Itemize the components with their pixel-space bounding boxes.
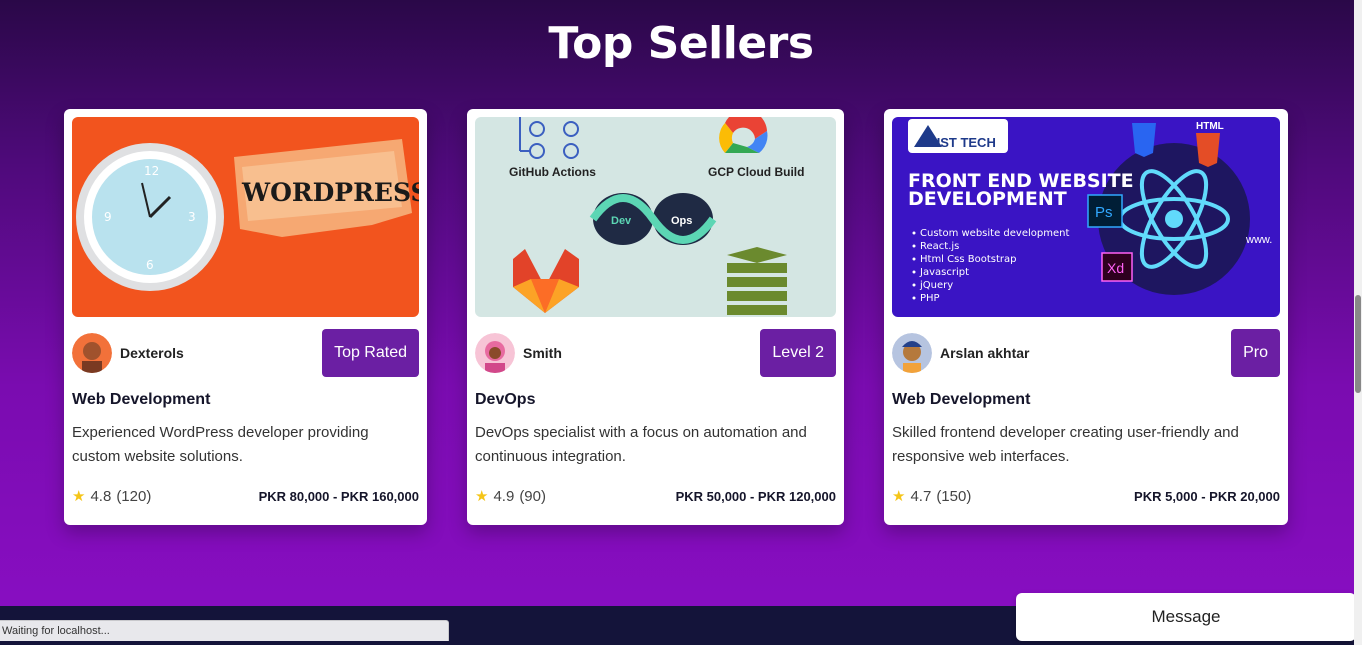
svg-text:3: 3	[188, 210, 196, 224]
message-button[interactable]: Message	[1016, 593, 1356, 641]
rating-value: 4.7	[910, 487, 932, 505]
page-scrollbar[interactable]	[1354, 0, 1362, 645]
avatar[interactable]	[72, 333, 112, 373]
dev-label: Dev	[611, 215, 632, 227]
scrollbar-thumb[interactable]	[1355, 295, 1361, 393]
rating: ★ 4.7 (150)	[892, 487, 972, 506]
section-title: Top Sellers	[548, 18, 814, 69]
www-label: www.	[1245, 234, 1272, 246]
bullet-item: jQuery	[919, 280, 953, 291]
gig-description: Skilled frontend developer creating user…	[892, 424, 1239, 465]
rating: ★ 4.9 (90)	[475, 487, 546, 506]
gcp-cloud-build-label: GCP Cloud Build	[708, 165, 804, 179]
price-range: PKR 50,000 - PKR 120,000	[675, 488, 836, 504]
rating-value: 4.9	[493, 487, 515, 505]
seller-level-badge: Level 2	[760, 329, 836, 377]
musttech-logo-text: MUST TECH	[920, 135, 996, 150]
html-label: HTML	[1196, 121, 1224, 132]
bullet-item: PHP	[920, 293, 940, 304]
avatar[interactable]	[892, 333, 932, 373]
card-image: 12 3 6 9 WORDPRESS	[72, 117, 419, 317]
gig-description: Experienced WordPress developer providin…	[72, 424, 369, 465]
seller-card[interactable]: MUST TECH FRONT END WEBSITE DEVELOPMENT …	[884, 109, 1288, 525]
svg-text:6: 6	[146, 258, 154, 272]
seller-name[interactable]: Dexterols	[120, 345, 184, 361]
price-range: PKR 80,000 - PKR 160,000	[258, 488, 419, 504]
star-icon: ★	[72, 488, 86, 505]
card-image: GitHub Actions GCP Cloud Build Dev Ops	[475, 117, 836, 317]
gig-title[interactable]: Web Development	[892, 391, 1030, 409]
rating: ★ 4.8 (120)	[72, 487, 152, 506]
bullet-item: Custom website development	[920, 228, 1069, 239]
price-range: PKR 5,000 - PKR 20,000	[1134, 488, 1280, 504]
wordpress-image-text: WORDPRESS	[241, 178, 419, 207]
seller-level-badge: Top Rated	[322, 329, 419, 377]
seller-name[interactable]: Smith	[523, 345, 562, 361]
rating-value: 4.8	[90, 487, 112, 505]
bullet-item: Html Css Bootstrap	[920, 254, 1016, 265]
seller-name[interactable]: Arslan akhtar	[940, 345, 1029, 361]
avatar[interactable]	[475, 333, 515, 373]
seller-card[interactable]: GitHub Actions GCP Cloud Build Dev Ops S…	[467, 109, 844, 525]
gig-title[interactable]: DevOps	[475, 391, 535, 409]
review-count: (90)	[519, 487, 546, 505]
star-icon: ★	[475, 488, 489, 505]
ops-label: Ops	[671, 215, 692, 227]
star-icon: ★	[892, 488, 906, 505]
bullet-item: React.js	[920, 241, 959, 252]
seller-level-badge: Pro	[1231, 329, 1280, 377]
seller-card[interactable]: 12 3 6 9 WORDPRESS Dexterols Top Rated Web …	[64, 109, 427, 525]
review-count: (150)	[936, 487, 972, 505]
browser-status-bar: Waiting for localhost...	[0, 620, 449, 641]
github-actions-label: GitHub Actions	[509, 165, 596, 179]
svg-text:9: 9	[104, 210, 112, 224]
xd-label: Xd	[1107, 260, 1124, 276]
front-end-heading-line2: DEVELOPMENT	[908, 188, 1067, 210]
svg-text:12: 12	[144, 164, 159, 178]
card-image: MUST TECH FRONT END WEBSITE DEVELOPMENT …	[892, 117, 1280, 317]
review-count: (120)	[116, 487, 152, 505]
bullet-item: Javascript	[919, 267, 969, 278]
photoshop-label: Ps	[1095, 204, 1113, 221]
gig-title[interactable]: Web Development	[72, 391, 210, 409]
gig-description: DevOps specialist with a focus on automa…	[475, 424, 807, 465]
